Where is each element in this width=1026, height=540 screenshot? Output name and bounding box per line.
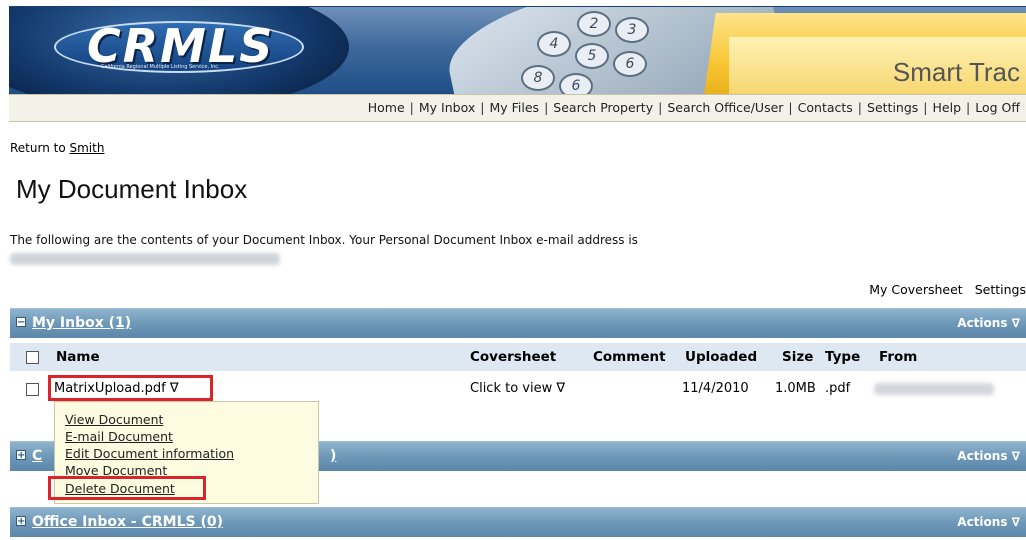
col-size[interactable]: Size — [782, 349, 813, 365]
col-coversheet[interactable]: Coversheet — [470, 349, 556, 365]
file-type: .pdf — [825, 381, 851, 396]
nav-contacts[interactable]: Contacts — [798, 100, 853, 115]
expand-icon[interactable]: + — [16, 450, 26, 461]
row-checkbox[interactable] — [26, 383, 39, 396]
section-title-my-inbox[interactable]: My Inbox (1) — [32, 315, 131, 331]
redacted-email — [10, 253, 280, 265]
redacted-from — [874, 383, 994, 395]
return-line: Return to Smith — [10, 141, 104, 155]
keypad-key: 6 — [613, 51, 647, 77]
highlight-box — [48, 476, 206, 500]
uploaded-date: 11/4/2010 — [682, 381, 749, 396]
my-coversheet-link[interactable]: My Coversheet — [869, 282, 962, 297]
keypad-key: 3 — [615, 17, 649, 43]
product-name: Smart Trac — [892, 57, 1020, 87]
section-my-inbox: − My Inbox (1) Actions ∇ — [10, 308, 1026, 338]
return-link[interactable]: Smith — [70, 141, 105, 155]
coversheet-link[interactable]: Click to view ∇ — [470, 381, 565, 396]
header-banner: CRMLS California Regional Multiple Listi… — [9, 6, 1026, 94]
col-comment[interactable]: Comment — [593, 349, 666, 365]
keypad-key: 4 — [537, 31, 571, 57]
actions-menu-button[interactable]: Actions ∇ — [957, 316, 1020, 330]
intro-text: The following are the contents of your D… — [10, 233, 638, 247]
nav-my-inbox[interactable]: My Inbox — [419, 100, 475, 115]
nav-log-off[interactable]: Log Off — [975, 100, 1020, 115]
nav-settings[interactable]: Settings — [867, 100, 918, 115]
actions-menu-button[interactable]: Actions ∇ — [957, 449, 1020, 463]
col-uploaded[interactable]: Uploaded — [685, 349, 757, 365]
return-prefix: Return to — [10, 141, 70, 155]
col-name[interactable]: Name — [56, 349, 100, 365]
keypad-key: 2 — [577, 11, 611, 37]
col-from[interactable]: From — [879, 349, 917, 365]
menu-view-document[interactable]: View Document — [65, 412, 163, 427]
nav-search-office-user[interactable]: Search Office/User — [667, 100, 783, 115]
nav-help[interactable]: Help — [933, 100, 962, 115]
table-row: MatrixUpload.pdf ∇ Click to view ∇ 11/4/… — [10, 375, 1026, 401]
menu-email-document[interactable]: E-mail Document — [65, 429, 173, 444]
top-nav: Home | My Inbox | My Files | Search Property | S… — [9, 94, 1026, 122]
nav-search-property[interactable]: Search Property — [553, 100, 653, 115]
col-type[interactable]: Type — [825, 349, 860, 365]
file-name-link[interactable]: MatrixUpload.pdf ∇ — [54, 381, 179, 396]
expand-icon[interactable]: + — [16, 516, 26, 527]
select-all-checkbox[interactable] — [26, 351, 39, 364]
table-header: Name Coversheet Comment Uploaded Size Ty… — [10, 343, 1026, 371]
nav-home[interactable]: Home — [368, 100, 405, 115]
logo-subtitle: California Regional Multiple Listing Ser… — [101, 64, 220, 70]
section-office-inbox: + Office Inbox - CRMLS (0) Actions ∇ — [10, 507, 1026, 537]
keypad-key: 6 — [559, 73, 593, 94]
section-title-2[interactable]: C — [32, 448, 42, 464]
actions-menu-button[interactable]: Actions ∇ — [957, 515, 1020, 529]
nav-my-files[interactable]: My Files — [489, 100, 539, 115]
menu-edit-document-info[interactable]: Edit Document information — [65, 446, 234, 461]
section-title-2-suffix: ) — [330, 448, 337, 464]
keypad-key: 5 — [575, 43, 609, 69]
file-size: 1.0MB — [775, 381, 816, 396]
collapse-icon[interactable]: − — [16, 317, 26, 328]
page-title: My Document Inbox — [16, 174, 248, 204]
section-title-office-inbox[interactable]: Office Inbox - CRMLS (0) — [32, 514, 223, 530]
settings-link[interactable]: Settings — [975, 282, 1026, 297]
keypad-key: 8 — [521, 65, 555, 91]
top-links: My Coversheet Settings — [857, 282, 1026, 297]
